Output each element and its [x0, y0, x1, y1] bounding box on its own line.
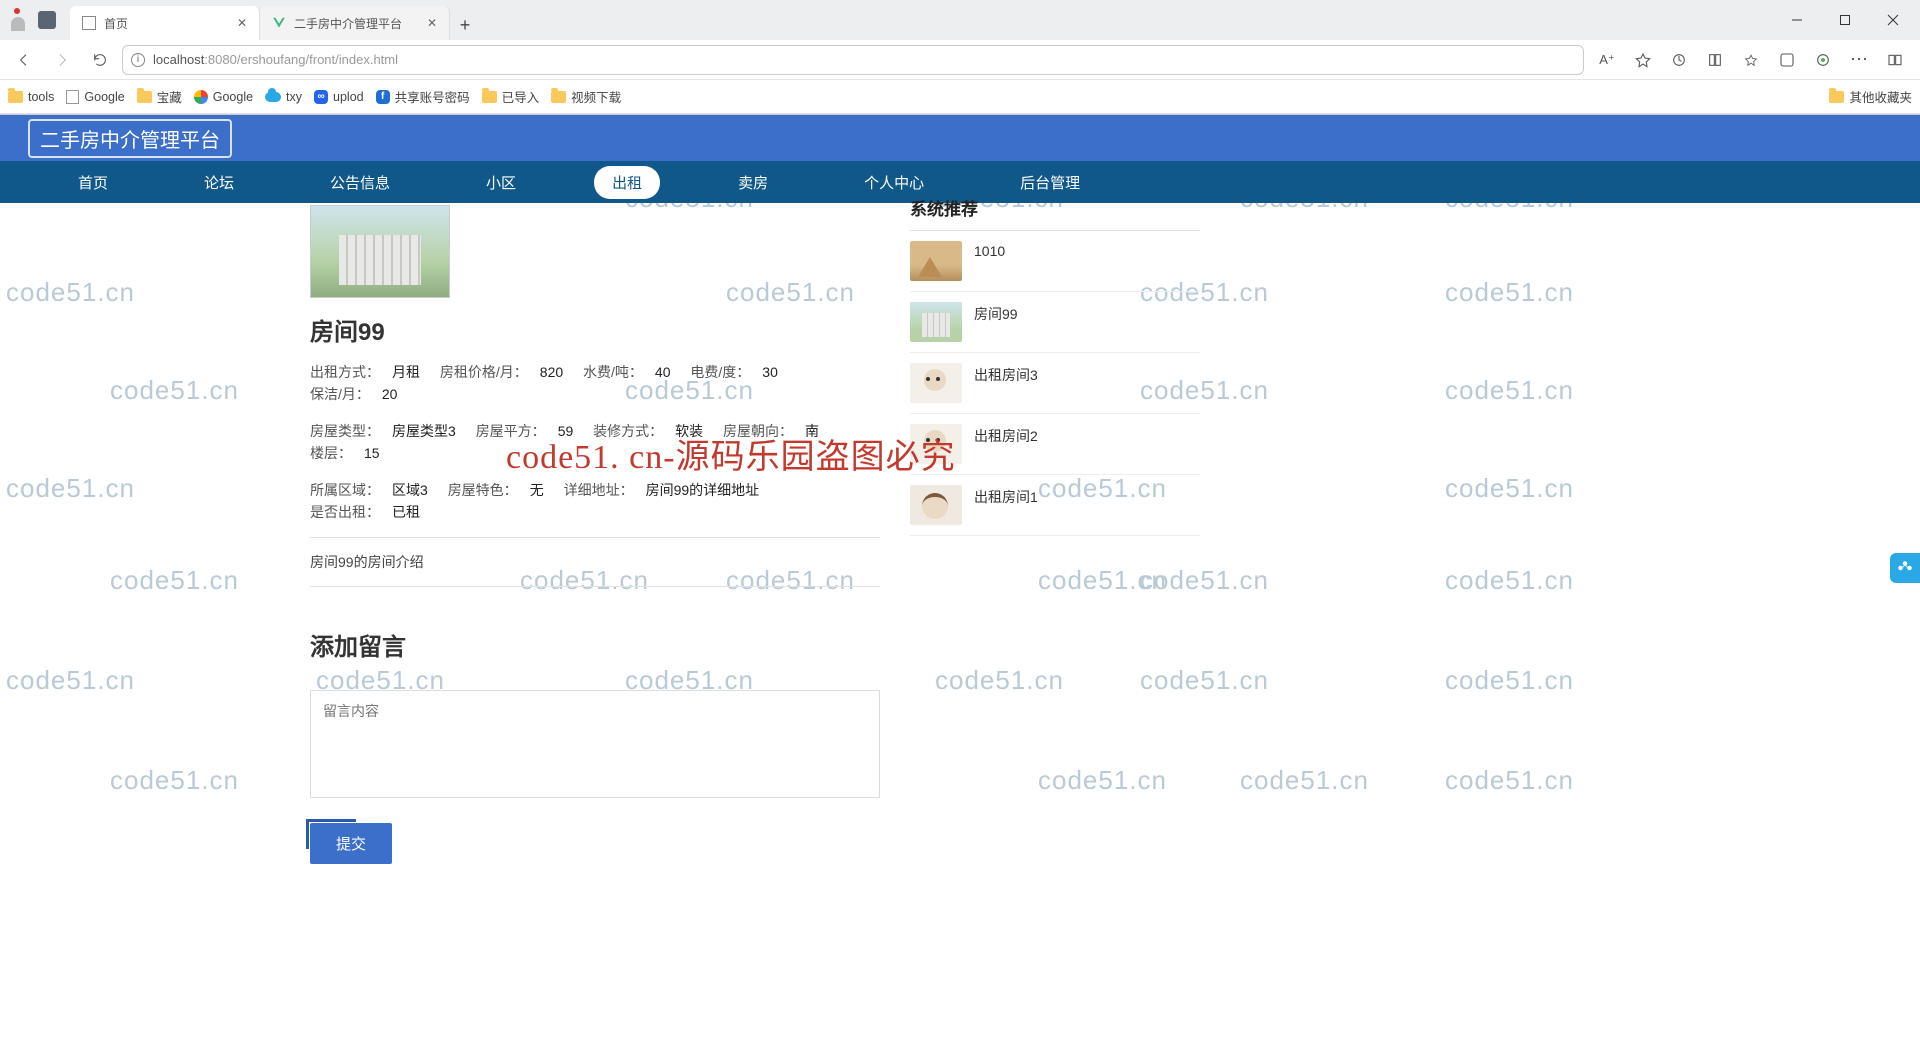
sidebar-heading: 系统推荐 — [910, 195, 1200, 231]
bookmark-other[interactable]: 其他收藏夹 — [1829, 87, 1912, 106]
recommendation-item[interactable]: 出租房间1 — [910, 475, 1200, 536]
address-bar: i localhost:8080/ershoufang/front/index.… — [0, 40, 1920, 80]
spec-line-2: 房屋类型：房屋类型3 房屋平方：59 装修方式：软装 房屋朝向：南 楼层：15 — [310, 420, 880, 465]
tab-1[interactable]: 首页 ✕ — [70, 6, 260, 40]
comment-textarea[interactable] — [310, 690, 880, 798]
float-assist-button[interactable] — [1890, 553, 1920, 583]
vue-favicon-icon — [272, 16, 286, 30]
bookmark-google[interactable]: Google — [194, 90, 253, 104]
page-favicon-icon — [82, 16, 96, 30]
close-window-button[interactable] — [1870, 3, 1916, 37]
url-text: localhost:8080/ershoufang/front/index.ht… — [153, 52, 398, 67]
url-field[interactable]: i localhost:8080/ershoufang/front/index.… — [122, 45, 1584, 75]
tab-title: 首页 — [104, 15, 128, 32]
split-screen-button[interactable] — [1878, 44, 1912, 76]
bookmark-video[interactable]: 视频下载 — [551, 87, 621, 106]
spec-line-3: 所属区域：区域3 房屋特色：无 详细地址：房间99的详细地址 是否出租：已租 — [310, 479, 880, 524]
maximize-button[interactable] — [1822, 3, 1868, 37]
property-title: 房间99 — [310, 312, 880, 347]
browser-titlebar: 首页 ✕ 二手房中介管理平台 ✕ + — [0, 0, 1920, 40]
recommendation-title: 出租房间1 — [974, 485, 1038, 525]
favorite-button[interactable] — [1626, 44, 1660, 76]
tab-title: 二手房中介管理平台 — [294, 15, 402, 32]
comment-heading: 添加留言 — [310, 627, 880, 662]
property-description: 房间99的房间介绍 — [310, 552, 880, 572]
nav-notice[interactable]: 公告信息 — [312, 166, 408, 199]
recommendation-thumb — [910, 424, 962, 464]
recommendation-item[interactable]: 1010 — [910, 231, 1200, 292]
main-content: 房间99 出租方式：月租 房租价格/月：820 水费/吨：40 电费/度：30 … — [310, 203, 880, 1041]
nav-forum[interactable]: 论坛 — [186, 166, 252, 199]
recommendation-title: 出租房间2 — [974, 424, 1038, 464]
nav-profile[interactable]: 个人中心 — [846, 166, 942, 199]
sync-icon[interactable] — [1662, 44, 1696, 76]
spec-line-1: 出租方式：月租 房租价格/月：820 水费/吨：40 电费/度：30 保洁/月：… — [310, 361, 880, 406]
recommendation-item[interactable]: 出租房间3 — [910, 353, 1200, 414]
recommendation-title: 1010 — [974, 241, 1005, 281]
back-button[interactable] — [8, 44, 40, 76]
nav-sell[interactable]: 卖房 — [720, 166, 786, 199]
close-icon[interactable]: ✕ — [237, 16, 247, 30]
more-button[interactable]: ⋯ — [1842, 44, 1876, 76]
tab-strip: 首页 ✕ 二手房中介管理平台 ✕ + — [70, 0, 480, 40]
minimize-button[interactable] — [1774, 3, 1820, 37]
sidebar: 系统推荐 1010 房间99 出租房间3 出租房间2 出租房间1 — [910, 203, 1200, 1041]
nav-community[interactable]: 小区 — [468, 166, 534, 199]
recommendation-title: 出租房间3 — [974, 363, 1038, 403]
recommendation-thumb — [910, 363, 962, 403]
text-size-button[interactable]: A⁺ — [1590, 44, 1624, 76]
profile-icon[interactable] — [4, 6, 32, 34]
site-info-icon[interactable]: i — [131, 53, 145, 67]
forward-button[interactable] — [46, 44, 78, 76]
recommendation-thumb — [910, 302, 962, 342]
bookmark-google-page[interactable]: Google — [66, 90, 124, 104]
extensions-button[interactable] — [1734, 44, 1768, 76]
close-icon[interactable]: ✕ — [427, 16, 437, 30]
performance-button[interactable] — [1770, 44, 1804, 76]
nav-admin[interactable]: 后台管理 — [1002, 166, 1098, 199]
recommendation-item[interactable]: 出租房间2 — [910, 414, 1200, 475]
nav-rent[interactable]: 出租 — [594, 166, 660, 199]
app-header: 二手房中介管理平台 — [0, 115, 1920, 161]
collections-button[interactable] — [1698, 44, 1732, 76]
tab-2[interactable]: 二手房中介管理平台 ✕ — [260, 6, 450, 40]
recommendation-thumb — [910, 241, 962, 281]
bookmark-txy[interactable]: txy — [265, 90, 302, 104]
bookmark-shared[interactable]: f共享账号密码 — [376, 87, 470, 106]
bookmark-baozang[interactable]: 宝藏 — [137, 87, 182, 106]
divider — [310, 586, 880, 587]
property-image — [310, 205, 450, 298]
workspace-icon[interactable] — [38, 11, 56, 29]
recommendation-title: 房间99 — [974, 302, 1018, 342]
bookmark-tools[interactable]: tools — [8, 90, 54, 104]
divider — [310, 537, 880, 538]
bookmarks-bar: tools Google 宝藏 Google txy ∞uplod f共享账号密… — [0, 80, 1920, 114]
submit-button[interactable]: 提交 — [310, 823, 392, 864]
nav-home[interactable]: 首页 — [60, 166, 126, 199]
recommendation-item[interactable]: 房间99 — [910, 292, 1200, 353]
refresh-button[interactable] — [84, 44, 116, 76]
new-tab-button[interactable]: + — [450, 10, 480, 40]
bookmark-uplod[interactable]: ∞uplod — [314, 90, 364, 104]
app-title: 二手房中介管理平台 — [28, 119, 232, 158]
downloads-button[interactable] — [1806, 44, 1840, 76]
bookmark-imported[interactable]: 已导入 — [482, 87, 540, 106]
recommendation-thumb — [910, 485, 962, 525]
